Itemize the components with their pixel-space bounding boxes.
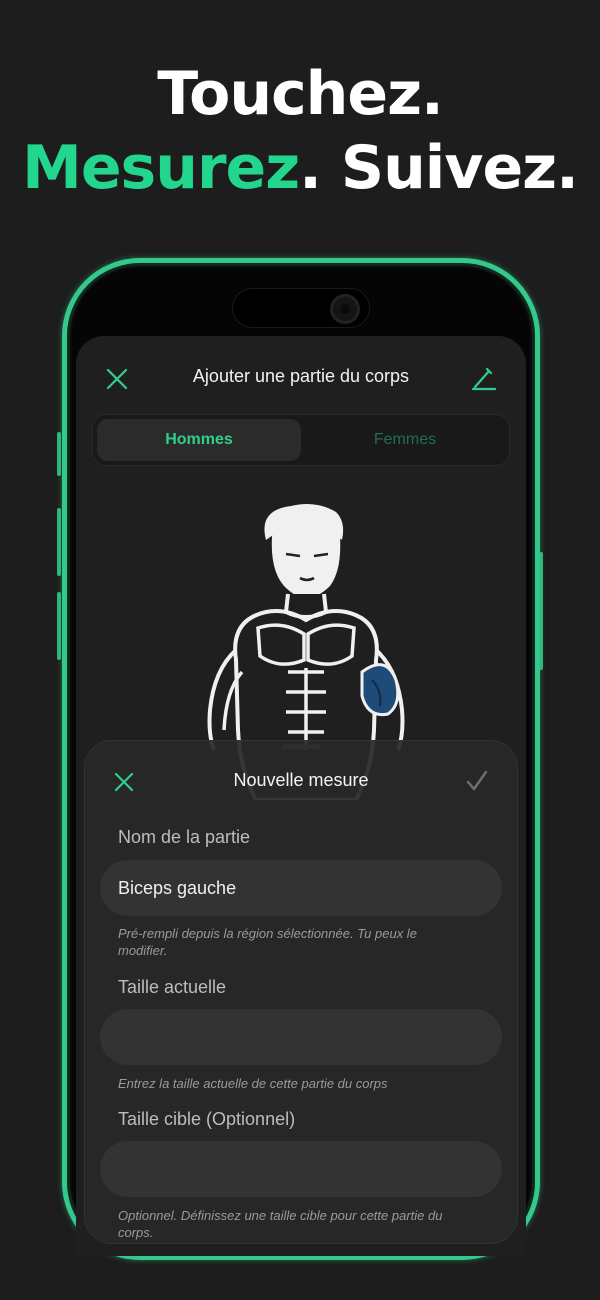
- headline-accent-word: Mesurez: [22, 133, 300, 203]
- body-part-name-input[interactable]: Biceps gauche: [100, 860, 502, 916]
- body-head: [271, 527, 341, 598]
- new-measure-close-button[interactable]: [108, 766, 140, 798]
- new-measure-title: Nouvelle mesure: [233, 770, 369, 790]
- current-size-help: Entrez la taille actuelle de cette parti…: [118, 1076, 388, 1091]
- headline: Touchez. Mesurez. Suivez.: [0, 58, 600, 206]
- target-size-help: Optionnel. Définissez une taille cible p…: [118, 1208, 443, 1240]
- target-size-input[interactable]: [100, 1141, 502, 1197]
- target-size-label: Taille cible (Optionnel): [118, 1109, 296, 1129]
- body-right-arm: [207, 648, 238, 751]
- edit-icon: [471, 367, 497, 391]
- add-body-part-title: Ajouter une partie du corps: [192, 366, 410, 386]
- front-camera-icon: [330, 294, 360, 324]
- current-size-input[interactable]: [100, 1009, 502, 1065]
- headline-line-2: Mesurez. Suivez.: [0, 130, 600, 206]
- segment-femmes[interactable]: Femmes: [303, 419, 507, 461]
- headline-line-2-rest: . Suivez.: [299, 133, 579, 203]
- close-icon: [106, 368, 128, 390]
- phone-volume-up-button: [57, 508, 61, 576]
- confirm-button[interactable]: [460, 764, 494, 798]
- close-icon: [114, 772, 134, 792]
- edit-button[interactable]: [466, 362, 502, 396]
- checkmark-icon: [466, 770, 488, 791]
- body-part-name-help: Pré-rempli depuis la région sélectionnée…: [118, 926, 417, 958]
- body-part-name-label: Nom de la partie: [118, 827, 251, 847]
- current-size-label: Taille actuelle: [118, 977, 227, 997]
- close-button[interactable]: [100, 362, 134, 396]
- segment-hommes[interactable]: Hommes: [97, 419, 301, 461]
- phone-action-button: [57, 432, 61, 476]
- phone-volume-down-button: [57, 592, 61, 660]
- selected-region-biceps-gauche: [360, 663, 400, 717]
- headline-line-1: Touchez.: [157, 59, 444, 129]
- gender-segmented-control: Hommes Femmes: [92, 414, 510, 466]
